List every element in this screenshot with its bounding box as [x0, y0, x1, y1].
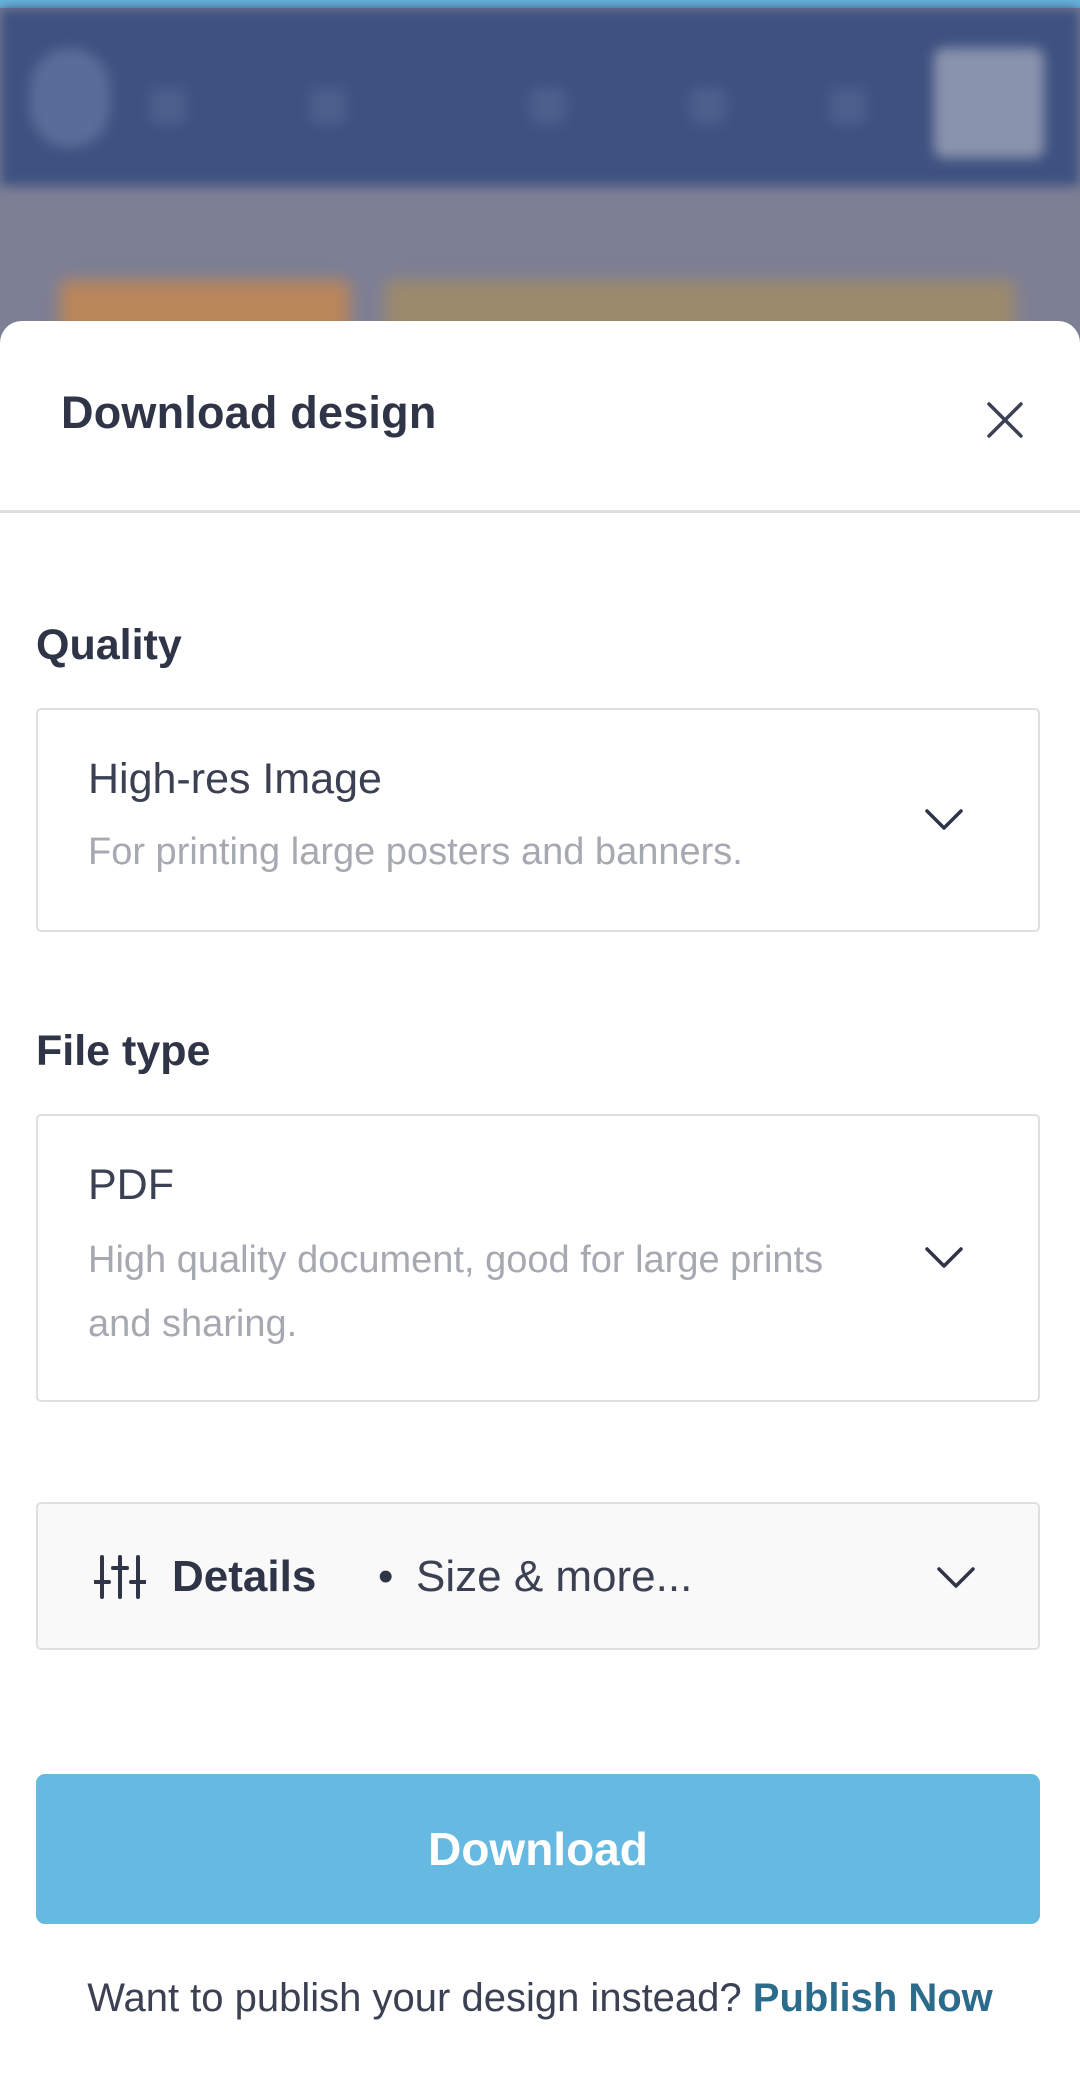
toolbar-icon: [690, 88, 726, 124]
file-type-label: File type: [36, 1027, 211, 1075]
sheet-header: Download design: [0, 321, 1080, 513]
toolbar-icon: [310, 88, 346, 124]
quality-selected-description: For printing large posters and banners.: [88, 831, 743, 873]
download-sheet: Download design Quality High-res Image F…: [0, 321, 1080, 2092]
accent-top-bar: [0, 0, 1080, 8]
background-toolbar: [0, 8, 1080, 186]
background-app: [0, 0, 1080, 360]
publish-prompt-text: Want to publish your design instead?: [87, 1976, 742, 2020]
quality-select[interactable]: High-res Image For printing large poster…: [36, 708, 1040, 932]
toolbar-icon: [830, 88, 866, 124]
file-type-selected-description: High quality document, good for large pr…: [88, 1239, 824, 1345]
sliders-icon: [94, 1555, 146, 1599]
sheet-title: Download design: [61, 387, 437, 438]
details-expander[interactable]: Details • Size & more...: [36, 1502, 1040, 1650]
app-logo: [30, 48, 110, 148]
quality-label: Quality: [36, 621, 182, 669]
download-button[interactable]: Download: [36, 1774, 1040, 1924]
chevron-down-icon: [925, 1247, 963, 1268]
quality-selected-title: High-res Image: [88, 755, 382, 803]
details-sublabel: Size & more...: [416, 1552, 693, 1601]
chevron-down-icon: [937, 1567, 975, 1588]
file-type-selected-title: PDF: [88, 1161, 174, 1209]
file-type-select[interactable]: PDF High quality document, good for larg…: [36, 1114, 1040, 1402]
publish-prompt: Want to publish your design instead? Pub…: [0, 1976, 1080, 2021]
details-label: Details: [172, 1552, 317, 1601]
details-separator: •: [378, 1552, 394, 1601]
chevron-down-icon: [925, 809, 963, 830]
close-button[interactable]: [970, 385, 1040, 455]
close-icon: [987, 402, 1023, 438]
publish-now-link[interactable]: Publish Now: [753, 1976, 993, 2020]
toolbar-icon: [150, 88, 186, 124]
toolbar-action-button: [934, 48, 1044, 158]
toolbar-icon: [530, 88, 566, 124]
